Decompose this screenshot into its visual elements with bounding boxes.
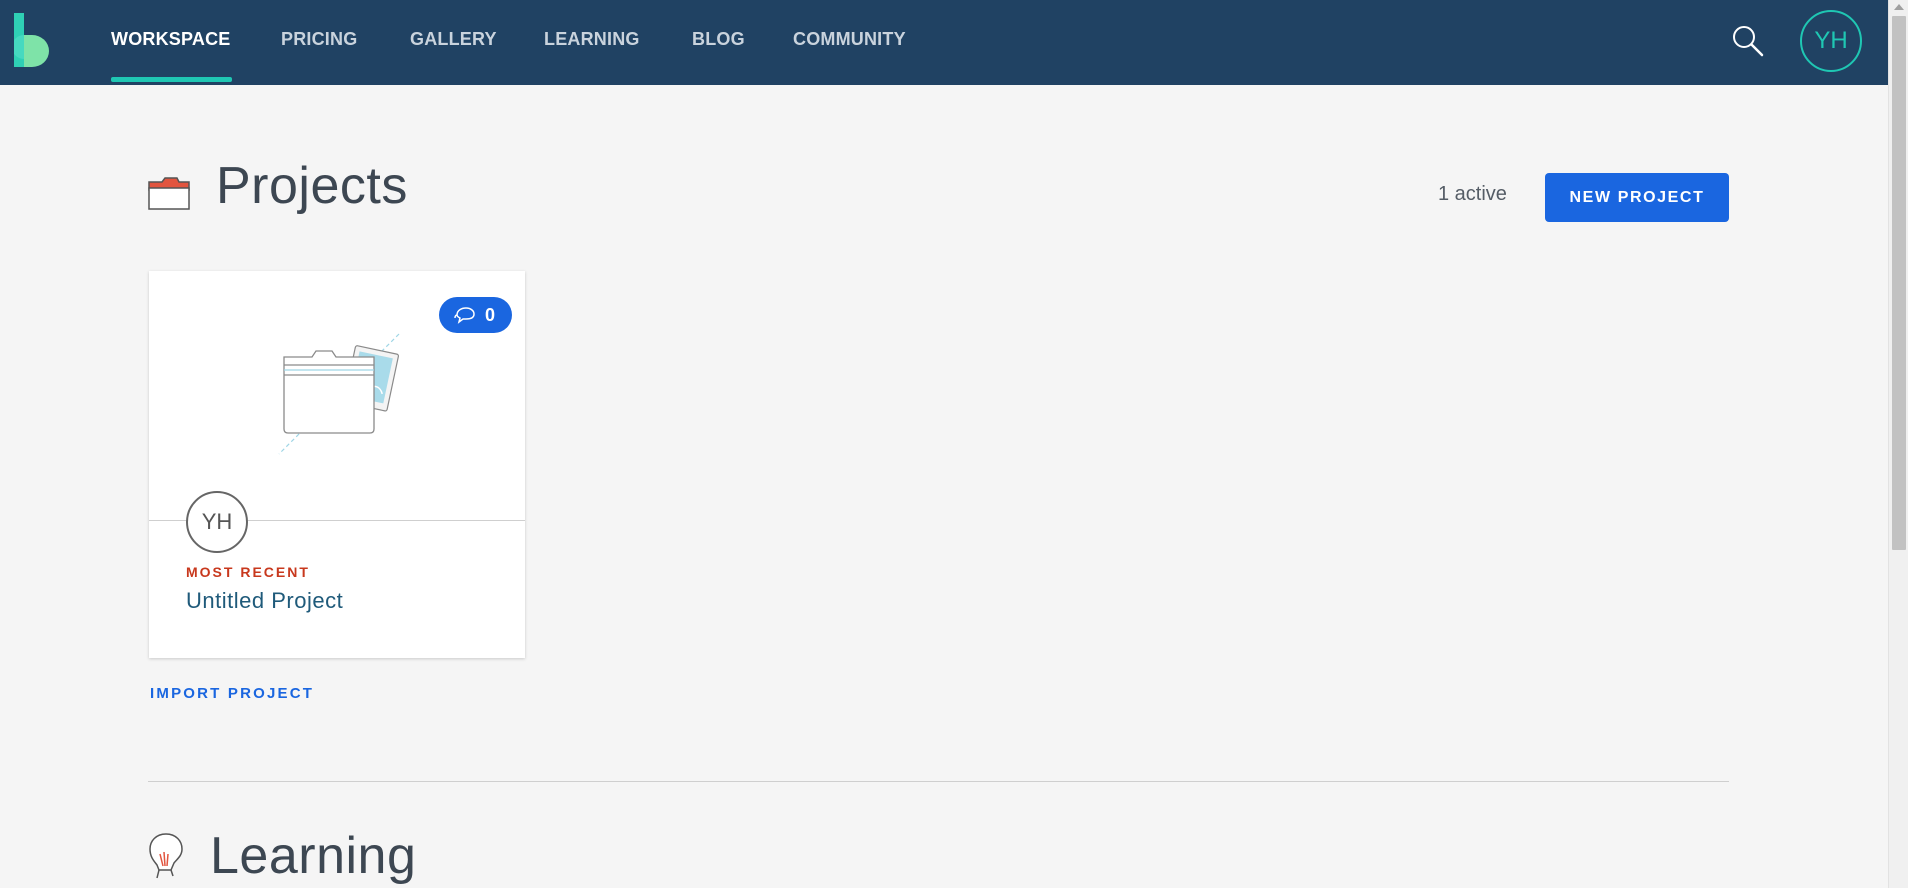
nav-item-workspace[interactable]: WORKSPACE [111, 0, 230, 85]
nav-item-community[interactable]: COMMUNITY [793, 0, 906, 85]
logo-icon[interactable] [14, 13, 50, 68]
comment-count-badge[interactable]: 0 [439, 297, 512, 333]
nav-item-pricing[interactable]: PRICING [281, 0, 357, 85]
comment-count: 0 [485, 305, 496, 325]
scrollbar-thumb[interactable] [1892, 16, 1906, 550]
nav-item-gallery[interactable]: GALLERY [410, 0, 497, 85]
most-recent-tag: MOST RECENT [186, 564, 310, 580]
project-name[interactable]: Untitled Project [186, 588, 343, 614]
vertical-scrollbar[interactable] [1888, 0, 1908, 888]
active-tab-indicator [111, 77, 232, 82]
lightbulb-icon [149, 833, 183, 879]
projects-title: Projects [216, 157, 408, 215]
scroll-up-arrow-icon[interactable] [1894, 4, 1904, 10]
nav-item-blog[interactable]: BLOG [692, 0, 745, 85]
user-avatar[interactable]: YH [1800, 10, 1862, 72]
nav-item-learning[interactable]: LEARNING [544, 0, 640, 85]
folder-icon [148, 177, 190, 210]
comments-icon [454, 307, 475, 324]
learning-title: Learning [210, 827, 417, 885]
project-card[interactable]: 0 YH MOST RECENT Untitled Project [149, 271, 525, 658]
active-project-count: 1 active [1438, 183, 1507, 205]
import-project-link[interactable]: IMPORT PROJECT [150, 685, 314, 702]
project-thumbnail-illustration [278, 333, 400, 455]
section-divider [148, 781, 1729, 782]
owner-avatar: YH [186, 491, 248, 553]
workspace-page: WORKSPACE PRICING GALLERY LEARNING BLOG … [0, 0, 1908, 888]
top-navigation-bar: WORKSPACE PRICING GALLERY LEARNING BLOG … [0, 0, 1888, 85]
search-icon[interactable] [1731, 24, 1765, 58]
new-project-button[interactable]: NEW PROJECT [1545, 173, 1729, 222]
